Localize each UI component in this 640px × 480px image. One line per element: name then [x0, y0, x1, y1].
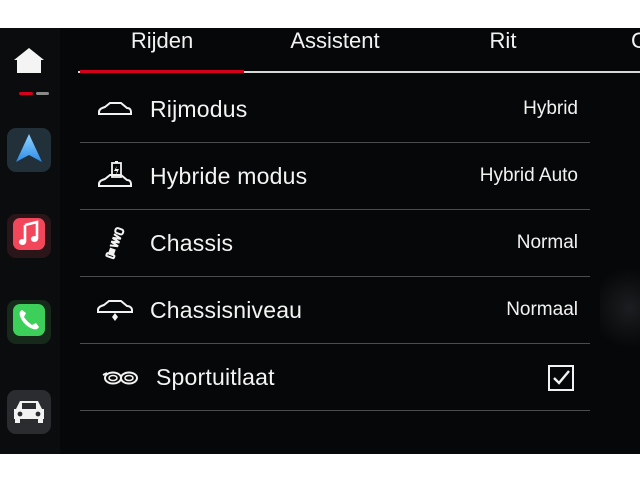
setting-row-chassisniveau[interactable]: Chassisniveau Normaal	[80, 277, 590, 344]
car-outline-icon	[80, 89, 150, 129]
navigation-arrow-icon	[14, 132, 44, 169]
setting-row-rijmodus[interactable]: Rijmodus Hybrid	[80, 76, 590, 143]
dock-music-button[interactable]	[7, 214, 51, 258]
infotainment-screen: Rijden Assistent Rit C Rijmodus Hybrid H…	[0, 28, 640, 454]
music-note-icon	[12, 217, 46, 256]
background-texture	[600, 248, 640, 448]
hybrid-battery-car-icon	[80, 156, 150, 196]
dock-maps-button[interactable]	[7, 128, 51, 172]
setting-row-sportuitlaat[interactable]: Sportuitlaat	[80, 344, 590, 411]
setting-label: Chassis	[150, 229, 234, 256]
setting-label: Hybride modus	[150, 162, 308, 189]
shock-absorber-icon	[80, 223, 150, 263]
tab-bar: Rijden Assistent Rit C	[78, 28, 640, 74]
home-page-indicator	[19, 92, 49, 95]
tab-rit[interactable]: Rit	[468, 28, 538, 72]
car-icon	[11, 396, 47, 429]
dock-phone-button[interactable]	[7, 300, 51, 344]
exhaust-pipes-icon	[86, 357, 156, 397]
sportuitlaat-checkbox[interactable]	[548, 365, 574, 391]
setting-value: Normaal	[506, 299, 578, 320]
tab-rijden[interactable]: Rijden	[80, 28, 244, 72]
car-ride-height-icon	[80, 290, 150, 330]
active-tab-indicator	[80, 70, 244, 73]
dock-home-button[interactable]	[6, 40, 52, 95]
phone-icon	[12, 303, 46, 342]
settings-list: Rijmodus Hybrid Hybride modus Hybrid Aut…	[80, 76, 590, 411]
app-dock	[0, 28, 60, 454]
setting-row-chassis[interactable]: Chassis Normal	[80, 210, 590, 277]
dock-car-button[interactable]	[7, 390, 51, 434]
tab-assistent[interactable]: Assistent	[264, 28, 406, 72]
setting-value: Normal	[516, 232, 578, 253]
setting-label: Chassisniveau	[150, 296, 303, 323]
setting-value: Hybrid Auto	[479, 165, 578, 186]
setting-label: Rijmodus	[150, 95, 248, 122]
setting-value: Hybrid	[523, 98, 578, 119]
checkmark-icon	[553, 370, 570, 385]
setting-label: Sportuitlaat	[156, 363, 275, 390]
home-icon	[12, 46, 46, 81]
tab-partial[interactable]: C	[624, 28, 640, 72]
setting-row-hybride-modus[interactable]: Hybride modus Hybrid Auto	[80, 143, 590, 210]
